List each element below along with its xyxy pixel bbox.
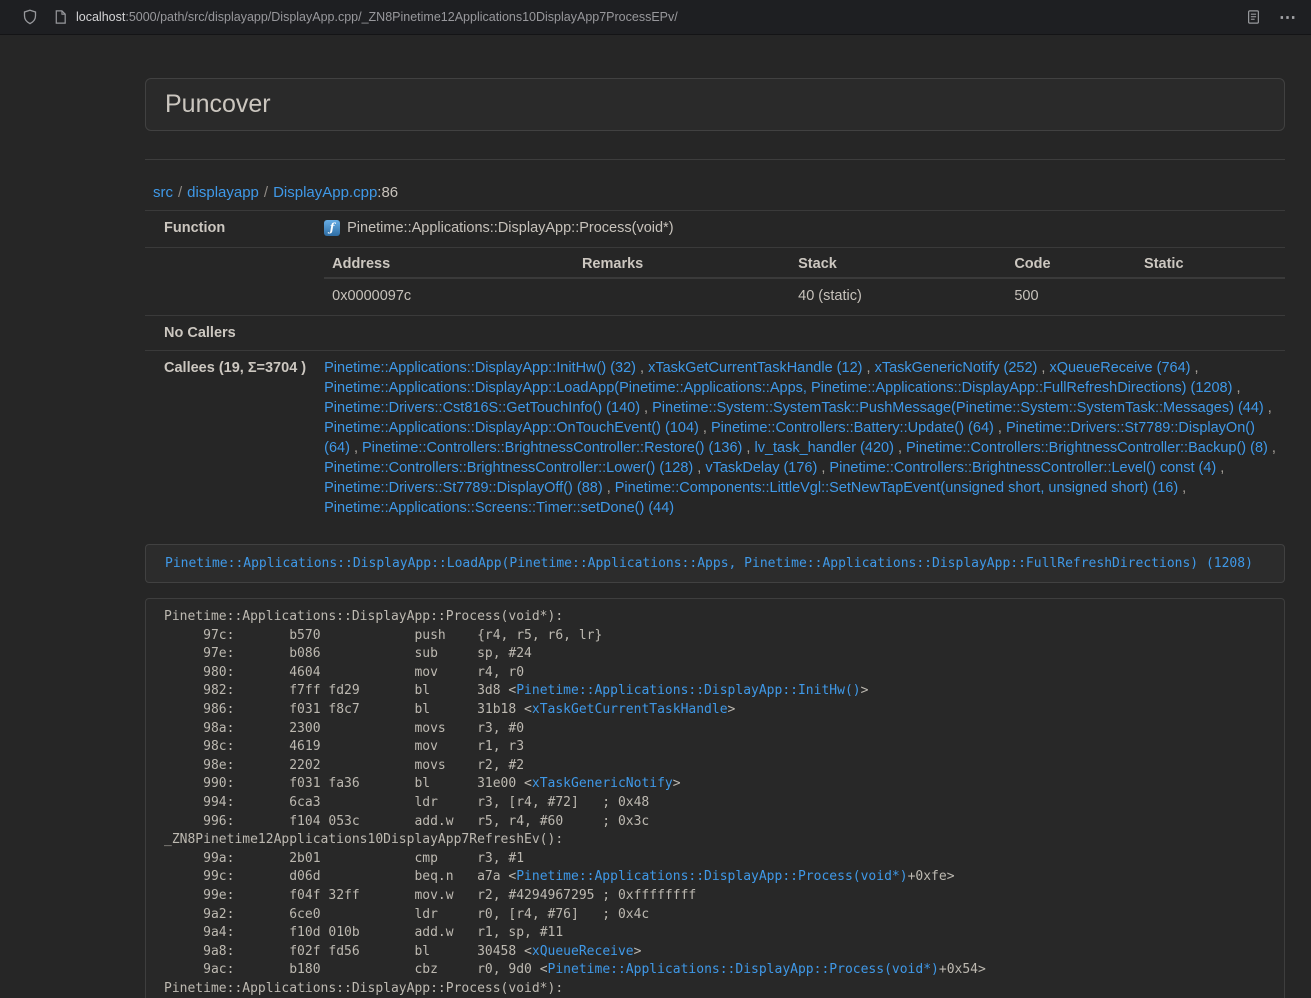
callee-separator: ,	[1268, 440, 1276, 456]
disassembly-code: Pinetime::Applications::DisplayApp::Proc…	[145, 598, 1285, 998]
code-symbol-link[interactable]: xTaskGetCurrentTaskHandle	[532, 702, 728, 717]
breadcrumb-item-src[interactable]: src	[153, 184, 173, 201]
callee-separator: ,	[1216, 460, 1224, 476]
column-header-static: Static	[1136, 248, 1285, 278]
callee-separator: ,	[1191, 360, 1199, 376]
breadcrumb-separator: /	[259, 184, 273, 201]
cell-stack: 40 (static)	[790, 278, 1006, 315]
cell-remarks	[574, 278, 790, 315]
breadcrumb-item-displayapp[interactable]: displayapp	[187, 184, 259, 201]
url-path: :5000/path/src/displayapp/DisplayApp.cpp…	[125, 10, 677, 24]
table-row: Function ƒ Pinetime::Applications::Displ…	[145, 211, 1285, 248]
toolbar-actions: ⋯	[1246, 9, 1299, 26]
callee-link[interactable]: Pinetime::System::SystemTask::PushMessag…	[652, 400, 1264, 416]
code-symbol-link[interactable]: Pinetime::Applications::DisplayApp::Proc…	[548, 962, 939, 977]
callee-separator: ,	[603, 480, 615, 496]
app-header: Puncover	[145, 78, 1285, 131]
callee-link[interactable]: xTaskGetCurrentTaskHandle (12)	[648, 360, 862, 376]
callee-link[interactable]: Pinetime::Controllers::Battery::Update()…	[711, 420, 994, 436]
breadcrumb-item-file[interactable]: DisplayApp.cpp	[273, 184, 377, 201]
divider	[145, 159, 1285, 160]
callee-link[interactable]: Pinetime::Applications::DisplayApp::Load…	[324, 380, 1232, 396]
table-row: No Callers	[145, 316, 1285, 351]
empty-row-label	[145, 248, 314, 316]
code-symbol-link[interactable]: Pinetime::Applications::DisplayApp::Proc…	[516, 869, 907, 884]
cell-static	[1136, 278, 1285, 315]
cell-address: 0x0000097c	[324, 278, 574, 315]
callee-link[interactable]: Pinetime::Controllers::BrightnessControl…	[362, 440, 742, 456]
function-icon: ƒ	[324, 220, 340, 236]
function-table: Function ƒ Pinetime::Applications::Displ…	[145, 210, 1285, 527]
shield-icon[interactable]	[22, 9, 38, 25]
breadcrumb: src/displayapp/DisplayApp.cpp:86	[145, 184, 1285, 201]
code-symbol-link[interactable]: xQueueReceive	[532, 944, 634, 959]
callee-separator: ,	[1264, 400, 1272, 416]
page-container: Puncover src/displayapp/DisplayApp.cpp:8…	[145, 78, 1285, 998]
callee-link[interactable]: xQueueReceive (764)	[1049, 360, 1190, 376]
table-header-row: Address Remarks Stack Code Static	[324, 248, 1285, 278]
callee-link[interactable]: Pinetime::Components::LittleVgl::SetNewT…	[615, 480, 1178, 496]
symbol-panel-heading: Pinetime::Applications::DisplayApp::Load…	[145, 544, 1285, 583]
callee-separator: ,	[894, 440, 906, 456]
breadcrumb-line-number: :86	[377, 184, 398, 201]
function-row-label: Function	[145, 211, 314, 248]
callee-separator: ,	[994, 420, 1006, 436]
callee-separator: ,	[636, 360, 648, 376]
breadcrumb-separator: /	[173, 184, 187, 201]
page-title: Puncover	[165, 91, 1265, 118]
url-bar[interactable]: localhost:5000/path/src/displayapp/Displ…	[76, 10, 1246, 24]
browser-chrome: localhost:5000/path/src/displayapp/Displ…	[0, 0, 1311, 35]
page-icon[interactable]	[53, 9, 68, 25]
callee-separator: ,	[693, 460, 705, 476]
callee-link[interactable]: Pinetime::Drivers::Cst816S::GetTouchInfo…	[324, 400, 640, 416]
callee-separator: ,	[640, 400, 652, 416]
callee-separator: ,	[742, 440, 754, 456]
callee-link[interactable]: Pinetime::Drivers::St7789::DisplayOff() …	[324, 480, 603, 496]
column-header-remarks: Remarks	[574, 248, 790, 278]
reader-view-icon[interactable]	[1246, 9, 1261, 25]
table-row: Address Remarks Stack Code Static 0x0000…	[145, 248, 1285, 316]
callees-label: Callees (19, Σ=3704 )	[145, 351, 314, 528]
callee-link[interactable]: Pinetime::Controllers::BrightnessControl…	[906, 440, 1268, 456]
code-symbol-link[interactable]: Pinetime::Applications::DisplayApp::Init…	[516, 683, 860, 698]
function-name: Pinetime::Applications::DisplayApp::Proc…	[347, 218, 673, 238]
callee-separator: ,	[817, 460, 829, 476]
callee-separator: ,	[1037, 360, 1049, 376]
callee-link[interactable]: Pinetime::Controllers::BrightnessControl…	[324, 460, 693, 476]
column-header-stack: Stack	[790, 248, 1006, 278]
metrics-table: Address Remarks Stack Code Static 0x0000…	[324, 248, 1285, 315]
column-header-address: Address	[324, 248, 574, 278]
menu-kebab-icon[interactable]: ⋯	[1279, 9, 1297, 26]
column-header-code: Code	[1006, 248, 1136, 278]
callee-separator: ,	[350, 440, 362, 456]
table-row: Callees (19, Σ=3704 ) Pinetime::Applicat…	[145, 351, 1285, 528]
callee-link[interactable]: Pinetime::Applications::Screens::Timer::…	[324, 500, 674, 516]
callee-separator: ,	[862, 360, 874, 376]
symbol-heading-link[interactable]: Pinetime::Applications::DisplayApp::Load…	[165, 556, 1253, 571]
callee-link[interactable]: vTaskDelay (176)	[705, 460, 817, 476]
table-row: 0x0000097c 40 (static) 500	[324, 278, 1285, 315]
cell-code: 500	[1006, 278, 1136, 315]
callee-link[interactable]: Pinetime::Applications::DisplayApp::Init…	[324, 360, 636, 376]
callees-list: Pinetime::Applications::DisplayApp::Init…	[324, 358, 1277, 518]
callee-separator: ,	[699, 420, 711, 436]
callee-link[interactable]: xTaskGenericNotify (252)	[875, 360, 1038, 376]
callee-separator: ,	[1232, 380, 1240, 396]
callee-separator: ,	[1178, 480, 1186, 496]
callee-link[interactable]: lv_task_handler (420)	[754, 440, 893, 456]
no-callers-label: No Callers	[145, 316, 314, 351]
code-symbol-link[interactable]: xTaskGenericNotify	[532, 776, 673, 791]
url-host: localhost	[76, 10, 125, 24]
callee-link[interactable]: Pinetime::Applications::DisplayApp::OnTo…	[324, 420, 699, 436]
callee-link[interactable]: Pinetime::Controllers::BrightnessControl…	[829, 460, 1216, 476]
